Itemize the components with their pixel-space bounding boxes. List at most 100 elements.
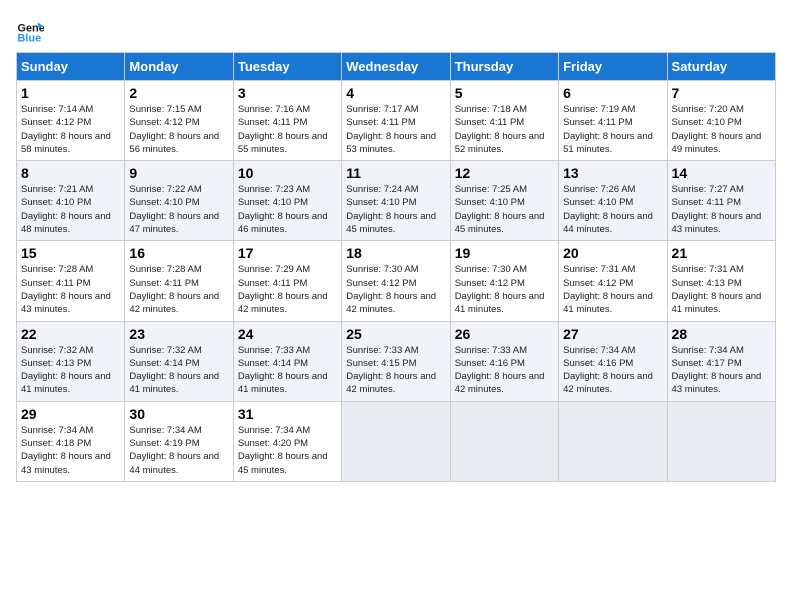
calendar-cell: 19 Sunrise: 7:30 AMSunset: 4:12 PMDayligh… xyxy=(450,241,558,321)
logo-icon: General Blue xyxy=(16,16,44,44)
calendar-body: 1 Sunrise: 7:14 AMSunset: 4:12 PMDaylight… xyxy=(17,81,776,482)
day-info: Sunrise: 7:34 AMSunset: 4:20 PMDaylight:… xyxy=(238,424,337,477)
day-info: Sunrise: 7:21 AMSunset: 4:10 PMDaylight:… xyxy=(21,183,120,236)
calendar-cell xyxy=(450,401,558,481)
day-info: Sunrise: 7:34 AMSunset: 4:18 PMDaylight:… xyxy=(21,424,120,477)
day-info: Sunrise: 7:34 AMSunset: 4:19 PMDaylight:… xyxy=(129,424,228,477)
calendar-cell xyxy=(667,401,775,481)
day-info: Sunrise: 7:34 AMSunset: 4:16 PMDaylight:… xyxy=(563,344,662,397)
calendar-cell: 28Sunrise: 7:34 AMSunset: 4:17 PMDayligh… xyxy=(667,321,775,401)
calendar-cell: 23 Sunrise: 7:32 AMSunset: 4:14 PMDayligh… xyxy=(125,321,233,401)
day-info: Sunrise: 7:32 AMSunset: 4:13 PMDaylight:… xyxy=(21,344,120,397)
day-info: Sunrise: 7:30 AMSunset: 4:12 PMDaylight:… xyxy=(455,263,554,316)
calendar-cell: 29 Sunrise: 7:34 AMSunset: 4:18 PMDayligh… xyxy=(17,401,125,481)
calendar-week-5: 29 Sunrise: 7:34 AMSunset: 4:18 PMDayligh… xyxy=(17,401,776,481)
calendar-cell xyxy=(559,401,667,481)
calendar-cell: 17Sunrise: 7:29 AMSunset: 4:11 PMDayligh… xyxy=(233,241,341,321)
day-info: Sunrise: 7:15 AMSunset: 4:12 PMDaylight:… xyxy=(129,103,228,156)
day-info: Sunrise: 7:28 AMSunset: 4:11 PMDaylight:… xyxy=(129,263,228,316)
day-info: Sunrise: 7:14 AMSunset: 4:12 PMDaylight:… xyxy=(21,103,120,156)
day-number: 7 xyxy=(672,85,771,101)
day-number: 16 xyxy=(129,245,228,261)
day-info: Sunrise: 7:29 AMSunset: 4:11 PMDaylight:… xyxy=(238,263,337,316)
day-info: Sunrise: 7:19 AMSunset: 4:11 PMDaylight:… xyxy=(563,103,662,156)
day-number: 23 xyxy=(129,326,228,342)
day-info: Sunrise: 7:26 AMSunset: 4:10 PMDaylight:… xyxy=(563,183,662,236)
calendar-cell: 25 Sunrise: 7:33 AMSunset: 4:15 PMDayligh… xyxy=(342,321,450,401)
calendar-week-1: 1 Sunrise: 7:14 AMSunset: 4:12 PMDaylight… xyxy=(17,81,776,161)
col-friday: Friday xyxy=(559,53,667,81)
calendar-cell: 15 Sunrise: 7:28 AMSunset: 4:11 PMDayligh… xyxy=(17,241,125,321)
calendar-cell: 22 Sunrise: 7:32 AMSunset: 4:13 PMDayligh… xyxy=(17,321,125,401)
day-info: Sunrise: 7:27 AMSunset: 4:11 PMDaylight:… xyxy=(672,183,771,236)
calendar-cell: 31 Sunrise: 7:34 AMSunset: 4:20 PMDayligh… xyxy=(233,401,341,481)
calendar-week-3: 15 Sunrise: 7:28 AMSunset: 4:11 PMDayligh… xyxy=(17,241,776,321)
col-monday: Monday xyxy=(125,53,233,81)
calendar-cell: 4Sunrise: 7:17 AMSunset: 4:11 PMDaylight… xyxy=(342,81,450,161)
calendar-cell: 24 Sunrise: 7:33 AMSunset: 4:14 PMDayligh… xyxy=(233,321,341,401)
day-info: Sunrise: 7:22 AMSunset: 4:10 PMDaylight:… xyxy=(129,183,228,236)
day-info: Sunrise: 7:20 AMSunset: 4:10 PMDaylight:… xyxy=(672,103,771,156)
day-number: 25 xyxy=(346,326,445,342)
calendar-cell: 6 Sunrise: 7:19 AMSunset: 4:11 PMDaylight… xyxy=(559,81,667,161)
day-number: 12 xyxy=(455,165,554,181)
day-number: 9 xyxy=(129,165,228,181)
day-number: 22 xyxy=(21,326,120,342)
col-wednesday: Wednesday xyxy=(342,53,450,81)
calendar-cell: 14 Sunrise: 7:27 AMSunset: 4:11 PMDayligh… xyxy=(667,161,775,241)
day-number: 13 xyxy=(563,165,662,181)
day-number: 4 xyxy=(346,85,445,101)
calendar-cell: 5 Sunrise: 7:18 AMSunset: 4:11 PMDaylight… xyxy=(450,81,558,161)
day-info: Sunrise: 7:32 AMSunset: 4:14 PMDaylight:… xyxy=(129,344,228,397)
day-number: 26 xyxy=(455,326,554,342)
day-number: 11 xyxy=(346,165,445,181)
day-info: Sunrise: 7:25 AMSunset: 4:10 PMDaylight:… xyxy=(455,183,554,236)
day-number: 21 xyxy=(672,245,771,261)
calendar-cell: 10 Sunrise: 7:23 AMSunset: 4:10 PMDayligh… xyxy=(233,161,341,241)
calendar-cell: 2 Sunrise: 7:15 AMSunset: 4:12 PMDaylight… xyxy=(125,81,233,161)
calendar-week-2: 8Sunrise: 7:21 AMSunset: 4:10 PMDaylight… xyxy=(17,161,776,241)
calendar-cell: 9 Sunrise: 7:22 AMSunset: 4:10 PMDaylight… xyxy=(125,161,233,241)
day-number: 24 xyxy=(238,326,337,342)
calendar-cell: 12 Sunrise: 7:25 AMSunset: 4:10 PMDayligh… xyxy=(450,161,558,241)
day-number: 2 xyxy=(129,85,228,101)
calendar-cell: 13 Sunrise: 7:26 AMSunset: 4:10 PMDayligh… xyxy=(559,161,667,241)
svg-text:Blue: Blue xyxy=(18,33,42,44)
col-saturday: Saturday xyxy=(667,53,775,81)
day-info: Sunrise: 7:33 AMSunset: 4:14 PMDaylight:… xyxy=(238,344,337,397)
day-info: Sunrise: 7:30 AMSunset: 4:12 PMDaylight:… xyxy=(346,263,445,316)
calendar-cell: 3 Sunrise: 7:16 AMSunset: 4:11 PMDaylight… xyxy=(233,81,341,161)
day-number: 14 xyxy=(672,165,771,181)
day-info: Sunrise: 7:33 AMSunset: 4:15 PMDaylight:… xyxy=(346,344,445,397)
calendar-cell: 16 Sunrise: 7:28 AMSunset: 4:11 PMDayligh… xyxy=(125,241,233,321)
col-tuesday: Tuesday xyxy=(233,53,341,81)
calendar-cell xyxy=(342,401,450,481)
day-number: 10 xyxy=(238,165,337,181)
calendar-cell: 30Sunrise: 7:34 AMSunset: 4:19 PMDayligh… xyxy=(125,401,233,481)
day-number: 18 xyxy=(346,245,445,261)
day-info: Sunrise: 7:16 AMSunset: 4:11 PMDaylight:… xyxy=(238,103,337,156)
day-number: 6 xyxy=(563,85,662,101)
header-row: Sunday Monday Tuesday Wednesday Thursday… xyxy=(17,53,776,81)
day-info: Sunrise: 7:31 AMSunset: 4:13 PMDaylight:… xyxy=(672,263,771,316)
day-number: 15 xyxy=(21,245,120,261)
day-info: Sunrise: 7:23 AMSunset: 4:10 PMDaylight:… xyxy=(238,183,337,236)
day-number: 31 xyxy=(238,406,337,422)
day-number: 5 xyxy=(455,85,554,101)
calendar-cell: 11 Sunrise: 7:24 AMSunset: 4:10 PMDayligh… xyxy=(342,161,450,241)
day-number: 1 xyxy=(21,85,120,101)
day-info: Sunrise: 7:28 AMSunset: 4:11 PMDaylight:… xyxy=(21,263,120,316)
calendar-cell: 26Sunrise: 7:33 AMSunset: 4:16 PMDayligh… xyxy=(450,321,558,401)
day-info: Sunrise: 7:18 AMSunset: 4:11 PMDaylight:… xyxy=(455,103,554,156)
day-number: 19 xyxy=(455,245,554,261)
page-header: General Blue xyxy=(16,16,776,44)
day-info: Sunrise: 7:34 AMSunset: 4:17 PMDaylight:… xyxy=(672,344,771,397)
day-info: Sunrise: 7:31 AMSunset: 4:12 PMDaylight:… xyxy=(563,263,662,316)
calendar-cell: 20Sunrise: 7:31 AMSunset: 4:12 PMDayligh… xyxy=(559,241,667,321)
calendar-table: Sunday Monday Tuesday Wednesday Thursday… xyxy=(16,52,776,482)
day-info: Sunrise: 7:24 AMSunset: 4:10 PMDaylight:… xyxy=(346,183,445,236)
col-thursday: Thursday xyxy=(450,53,558,81)
day-number: 3 xyxy=(238,85,337,101)
calendar-cell: 27Sunrise: 7:34 AMSunset: 4:16 PMDayligh… xyxy=(559,321,667,401)
day-number: 29 xyxy=(21,406,120,422)
